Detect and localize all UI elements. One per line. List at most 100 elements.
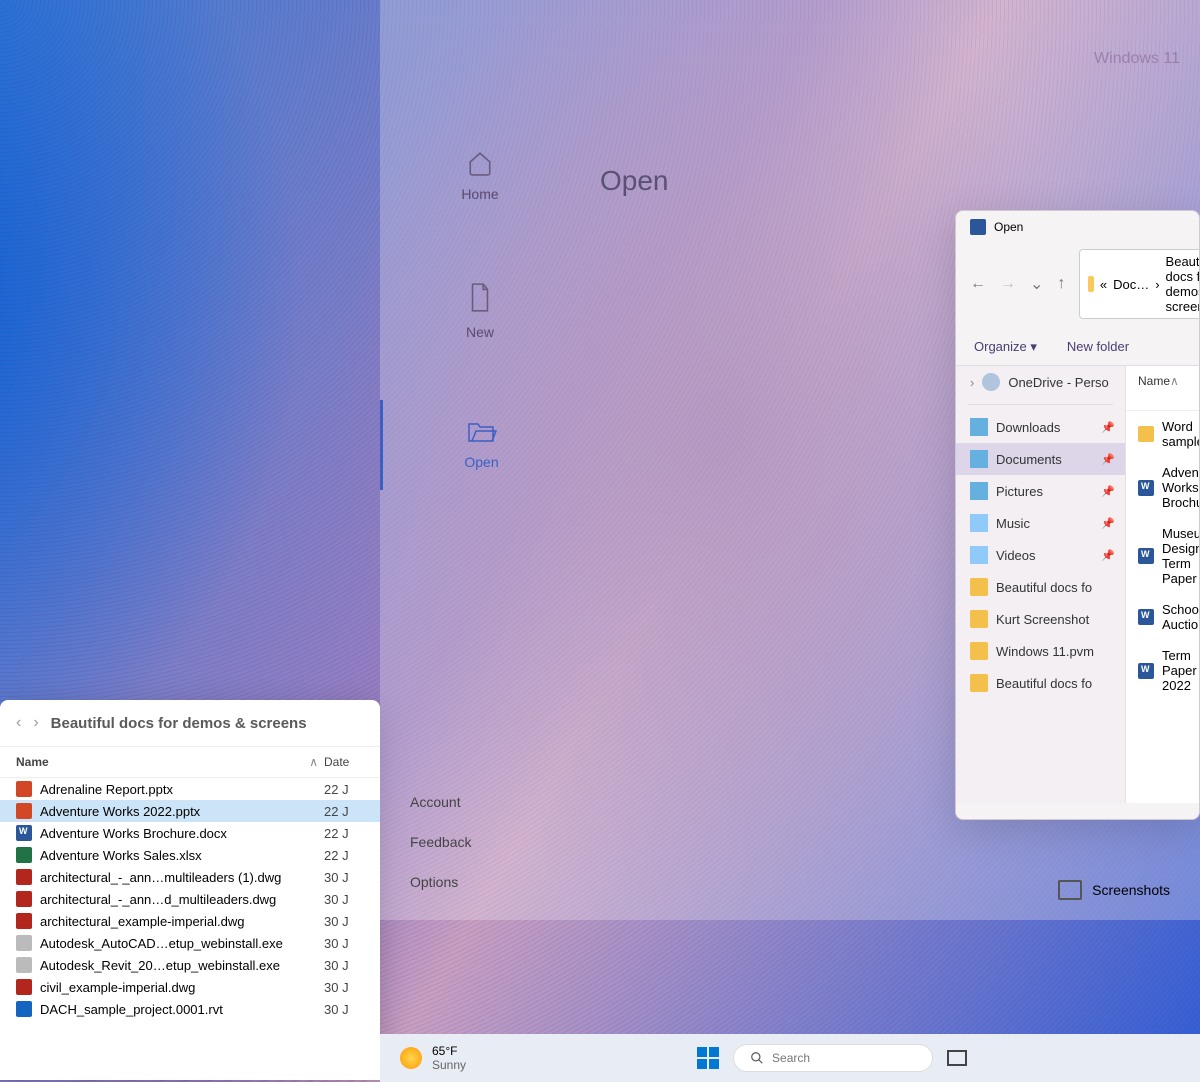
search-icon (750, 1051, 764, 1065)
pin-icon[interactable]: 📌 (1101, 485, 1115, 498)
tree-folder-icon (970, 674, 988, 692)
tree-folder-icon (970, 514, 988, 532)
file-name: Adventure Works Brochure (1162, 465, 1199, 510)
pin-icon[interactable]: 📌 (1101, 421, 1115, 434)
explorer-window-background[interactable]: ‹ › Beautiful docs for demos & screens N… (0, 700, 380, 1080)
nav-forward-icon[interactable]: → (1000, 275, 1016, 293)
tree-item[interactable]: Kurt Screenshot (956, 603, 1125, 635)
taskbar[interactable]: 65°F Sunny Search (380, 1034, 1200, 1082)
pin-icon[interactable]: 📌 (1101, 549, 1115, 562)
nav-up-icon[interactable]: ↑ (1057, 275, 1065, 293)
new-folder-button[interactable]: New folder (1067, 339, 1129, 355)
file-name: Autodesk_AutoCAD…etup_webinstall.exe (40, 936, 316, 951)
file-type-icon (16, 1001, 32, 1017)
breadcrumb[interactable]: Beautiful docs for demos & screens (51, 715, 307, 732)
file-row[interactable]: architectural_-_ann…multileaders (1).dwg… (0, 866, 380, 888)
column-date[interactable]: Date (324, 755, 364, 769)
file-row[interactable]: Adrenaline Report.pptx 22 J (0, 778, 380, 800)
tree-folder-icon (970, 642, 988, 660)
column-name[interactable]: Name (16, 755, 303, 769)
file-list: Adrenaline Report.pptx 22 J Adventure Wo… (0, 778, 380, 1020)
file-name: Adventure Works Brochure.docx (40, 826, 316, 841)
column-name[interactable]: Name (1138, 374, 1170, 402)
nav-options[interactable]: Options (410, 874, 471, 890)
address-bar[interactable]: « Doc… › Beautiful docs for demos & scre… (1079, 249, 1200, 319)
nav-recent-icon[interactable]: ⌄ (1030, 274, 1043, 294)
tree-item[interactable]: Downloads 📌 (956, 411, 1125, 443)
tree-item[interactable]: Pictures📌 (956, 475, 1125, 507)
sort-indicator-icon: ∧ (1170, 374, 1199, 402)
file-type-icon (16, 825, 32, 841)
search-box[interactable]: Search (733, 1044, 933, 1072)
file-row[interactable]: School Auction 6/22/2023 12:52 (1126, 594, 1199, 640)
organize-menu[interactable]: Organize ▾ (974, 339, 1037, 355)
nav-back-icon[interactable]: ← (970, 275, 986, 293)
file-row[interactable]: Autodesk_Revit_20…etup_webinstall.exe 30… (0, 954, 380, 976)
nav-open[interactable]: Open (380, 400, 580, 490)
tree-folder-icon (970, 578, 988, 596)
tree-item[interactable]: Videos📌 (956, 539, 1125, 571)
file-list[interactable]: Name ∧ Date modified Word samples 6/22/2… (1126, 366, 1199, 803)
file-type-icon (16, 847, 32, 863)
file-type-icon (16, 891, 32, 907)
open-dialog[interactable]: Open ← → ⌄ ↑ « Doc… › Beautiful docs for… (955, 210, 1200, 820)
file-row[interactable]: Term Paper 2022 6/22/2023 12:52 (1126, 640, 1199, 701)
tree-item[interactable]: Documents 📌 (956, 443, 1125, 475)
file-row[interactable]: Adventure Works 2022.pptx 22 J (0, 800, 380, 822)
tree-label: Documents (996, 452, 1062, 467)
tree-item[interactable]: Windows 11.pvm (956, 635, 1125, 667)
file-date: 30 J (324, 936, 364, 951)
forward-arrow-icon[interactable]: › (33, 714, 38, 732)
file-name: Adventure Works Sales.xlsx (40, 848, 316, 863)
file-row[interactable]: Adventure Works Brochure.docx 22 J (0, 822, 380, 844)
tree-item[interactable]: Music📌 (956, 507, 1125, 539)
dialog-title: Open (994, 220, 1023, 234)
task-view-button[interactable] (947, 1050, 967, 1066)
file-name: civil_example-imperial.dwg (40, 980, 316, 995)
tree-item[interactable]: Beautiful docs fo (956, 571, 1125, 603)
file-row[interactable]: architectural_example-imperial.dwg 30 J (0, 910, 380, 932)
file-row[interactable]: Autodesk_AutoCAD…etup_webinstall.exe 30 … (0, 932, 380, 954)
start-button[interactable] (697, 1047, 719, 1069)
back-arrow-icon[interactable]: ‹ (16, 714, 21, 732)
tree-label: OneDrive - Perso (1008, 375, 1108, 390)
file-name: Adrenaline Report.pptx (40, 782, 316, 797)
file-row[interactable]: Word samples 6/22/2023 10:56 (1126, 411, 1199, 457)
nav-tree[interactable]: › OneDrive - Perso Downloads 📌 Documents 📌… (956, 366, 1126, 803)
sort-asc-icon[interactable]: ∧ (303, 755, 324, 769)
file-date: 30 J (324, 914, 364, 929)
file-type-icon (16, 869, 32, 885)
tree-label: Downloads (996, 420, 1060, 435)
weather-widget[interactable]: 65°F Sunny (400, 1044, 466, 1072)
file-date: 30 J (324, 870, 364, 885)
tree-folder-icon (970, 450, 988, 468)
nav-feedback[interactable]: Feedback (410, 834, 471, 850)
nav-account[interactable]: Account (410, 794, 471, 810)
pin-icon[interactable]: 📌 (1101, 453, 1115, 466)
pin-icon[interactable]: 📌 (1101, 517, 1115, 530)
file-name: School Auction (1162, 602, 1199, 632)
file-row[interactable]: Museum Design Term Paper 6/22/2023 12:52 (1126, 518, 1199, 594)
page-title: Open (600, 165, 669, 197)
nav-home[interactable]: Home (380, 130, 580, 222)
recent-location[interactable]: Screenshots (1058, 880, 1170, 900)
folder-icon (1088, 276, 1093, 292)
file-row[interactable]: Adventure Works Brochure 6/22/2023 12:52 (1126, 457, 1199, 518)
tree-item[interactable]: Beautiful docs fo (956, 667, 1125, 699)
expand-icon[interactable]: › (970, 375, 974, 390)
chevron-down-icon: ▾ (1030, 339, 1037, 354)
file-name: architectural_-_ann…d_multileaders.dwg (40, 892, 316, 907)
file-name: Term Paper 2022 (1162, 648, 1197, 693)
nav-new[interactable]: New (380, 262, 580, 360)
file-row[interactable]: architectural_-_ann…d_multileaders.dwg 3… (0, 888, 380, 910)
file-date: 30 J (324, 980, 364, 995)
file-name: architectural_-_ann…multileaders (1).dwg (40, 870, 316, 885)
tree-folder-icon (970, 610, 988, 628)
file-row[interactable]: civil_example-imperial.dwg 30 J (0, 976, 380, 998)
filename-input[interactable] (1016, 820, 1200, 821)
file-type-icon (1138, 609, 1154, 625)
tree-item[interactable]: › OneDrive - Perso (956, 366, 1125, 398)
file-row[interactable]: Adventure Works Sales.xlsx 22 J (0, 844, 380, 866)
file-type-icon (1138, 480, 1154, 496)
file-row[interactable]: DACH_sample_project.0001.rvt 30 J (0, 998, 380, 1020)
